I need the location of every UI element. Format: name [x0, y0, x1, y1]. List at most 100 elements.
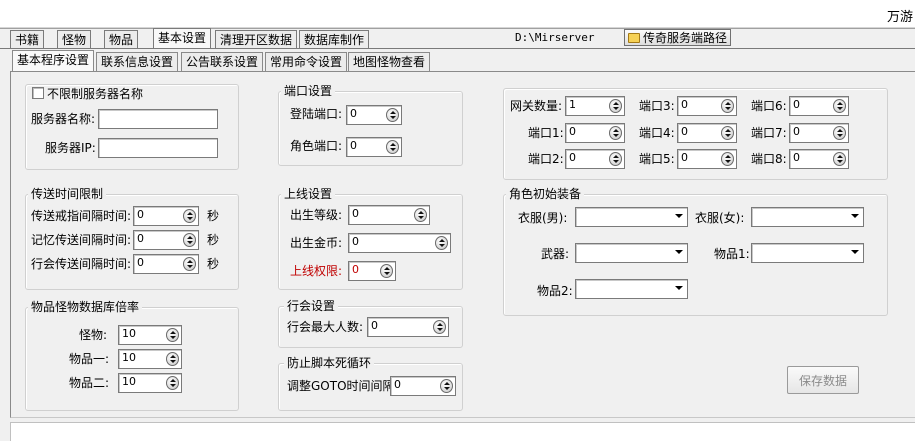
gateway-port6-input[interactable]: 0: [789, 96, 849, 116]
login-port-input[interactable]: 0: [346, 105, 402, 125]
item1-select[interactable]: [751, 243, 864, 263]
spin-icon[interactable]: [433, 320, 446, 334]
login-settings-title: 上线设置: [281, 187, 336, 201]
spin-icon[interactable]: [833, 152, 846, 166]
gateway-port2-label: 端口2:: [528, 152, 564, 166]
subtab-contact-info[interactable]: 联系信息设置: [96, 52, 179, 71]
server-ip-input[interactable]: [98, 138, 218, 158]
tab-clear-server-data[interactable]: 清理开区数据: [215, 30, 298, 48]
birth-gold-input[interactable]: 0: [348, 233, 451, 253]
spin-icon[interactable]: [609, 152, 622, 166]
spin-icon[interactable]: [166, 328, 179, 342]
subtab-announcement[interactable]: 公告联系设置: [181, 52, 264, 71]
spin-icon[interactable]: [609, 126, 622, 140]
item2-select[interactable]: [575, 279, 688, 299]
spin-icon[interactable]: [183, 209, 196, 223]
goto-interval-input[interactable]: 0: [390, 376, 456, 396]
memory-teleport-input[interactable]: 0: [133, 230, 199, 250]
item2-rate-input[interactable]: 10: [118, 373, 182, 393]
anti-loop-title: 防止脚本死循环: [284, 356, 375, 370]
monster-rate-value: 10: [122, 327, 136, 340]
chevron-down-icon: [675, 286, 683, 290]
spin-icon[interactable]: [440, 379, 453, 393]
item1-rate-input[interactable]: 10: [118, 349, 182, 369]
gateway-port4-input[interactable]: 0: [677, 123, 737, 143]
spin-icon[interactable]: [833, 126, 846, 140]
initial-equipment-title: 角色初始装备: [506, 187, 585, 201]
gateway-port5-input[interactable]: 0: [677, 149, 737, 169]
gateway-port3-value: 0: [681, 98, 688, 111]
guild-settings-title: 行会设置: [284, 299, 339, 313]
guild-max-input[interactable]: 0: [367, 317, 449, 337]
tab-items[interactable]: 物品: [104, 30, 139, 48]
spin-icon[interactable]: [721, 152, 734, 166]
role-port-input[interactable]: 0: [346, 137, 402, 157]
spin-icon[interactable]: [609, 99, 622, 113]
server-ip-label: 服务器IP:: [45, 141, 96, 155]
weapon-label: 武器:: [541, 247, 570, 261]
server-name-label: 服务器名称:: [31, 112, 96, 126]
clothes-male-label: 衣服(男):: [518, 211, 568, 225]
gateway-port3-input[interactable]: 0: [677, 96, 737, 116]
spin-icon[interactable]: [380, 264, 393, 278]
spin-icon[interactable]: [183, 257, 196, 271]
birth-gold-label: 出生金币:: [290, 236, 343, 250]
guild-teleport-value: 0: [137, 256, 144, 269]
spin-icon[interactable]: [183, 233, 196, 247]
login-port-value: 0: [350, 107, 357, 120]
goto-interval-label: 调整GOTO时间间隔:: [287, 379, 399, 393]
gateway-port7-input[interactable]: 0: [789, 123, 849, 143]
rates-title: 物品怪物数据库倍率: [28, 300, 143, 314]
gateway-port6-value: 0: [793, 98, 800, 111]
birth-level-value: 0: [352, 207, 359, 220]
monster-rate-input[interactable]: 10: [118, 325, 182, 345]
spin-icon[interactable]: [386, 108, 399, 122]
birth-level-input[interactable]: 0: [348, 205, 430, 225]
clothes-male-select[interactable]: [575, 207, 688, 227]
gateway-port2-value: 0: [569, 151, 576, 164]
tab-basic-settings[interactable]: 基本设置: [153, 28, 212, 48]
guild-teleport-unit: 秒: [207, 257, 220, 271]
spin-icon[interactable]: [435, 236, 448, 250]
ring-teleport-input[interactable]: 0: [133, 206, 199, 226]
unlimited-name-checkbox[interactable]: [32, 87, 44, 99]
spin-icon[interactable]: [414, 208, 427, 222]
subtab-common-commands[interactable]: 常用命令设置: [265, 52, 348, 71]
server-path: D:\Mirserver: [515, 31, 595, 44]
guild-teleport-input[interactable]: 0: [133, 254, 199, 274]
server-path-button-label: 传奇服务端路径: [643, 30, 728, 45]
gateway-port5-label: 端口5:: [639, 152, 675, 166]
gateway-port2-input[interactable]: 0: [565, 149, 625, 169]
memory-teleport-unit: 秒: [207, 233, 220, 247]
spin-icon[interactable]: [166, 352, 179, 366]
guild-max-value: 0: [371, 319, 378, 332]
chevron-down-icon: [851, 214, 859, 218]
tab-books[interactable]: 书籍: [10, 30, 45, 48]
tab-database-builder[interactable]: 数据库制作: [299, 30, 370, 48]
ring-teleport-label: 传送戒指间隔时间:: [31, 209, 132, 223]
item2-rate-label: 物品二:: [69, 376, 110, 390]
spin-icon[interactable]: [166, 376, 179, 390]
spin-icon[interactable]: [721, 99, 734, 113]
monster-rate-label: 怪物:: [79, 328, 108, 342]
gateway-count-value: 1: [569, 98, 576, 111]
weapon-select[interactable]: [575, 243, 688, 263]
server-path-button[interactable]: 传奇服务端路径: [624, 29, 732, 46]
server-name-input[interactable]: [98, 109, 218, 129]
role-port-label: 角色端口:: [290, 139, 343, 153]
gateway-count-input[interactable]: 1: [565, 96, 625, 116]
clothes-female-select[interactable]: [751, 207, 864, 227]
tab-monsters[interactable]: 怪物: [57, 30, 92, 48]
gateway-port3-label: 端口3:: [639, 99, 675, 113]
subtab-basic-program[interactable]: 基本程序设置: [12, 50, 95, 72]
gateway-port8-input[interactable]: 0: [789, 149, 849, 169]
gateway-port8-label: 端口8:: [751, 152, 787, 166]
spin-icon[interactable]: [386, 140, 399, 154]
subtab-map-monsters[interactable]: 地图怪物查看: [348, 52, 431, 71]
login-permission-input[interactable]: 0: [348, 261, 396, 281]
spin-icon[interactable]: [833, 99, 846, 113]
spin-icon[interactable]: [721, 126, 734, 140]
save-data-button[interactable]: 保存数据: [787, 366, 859, 394]
login-port-label: 登陆端口:: [290, 107, 343, 121]
gateway-port1-input[interactable]: 0: [565, 123, 625, 143]
